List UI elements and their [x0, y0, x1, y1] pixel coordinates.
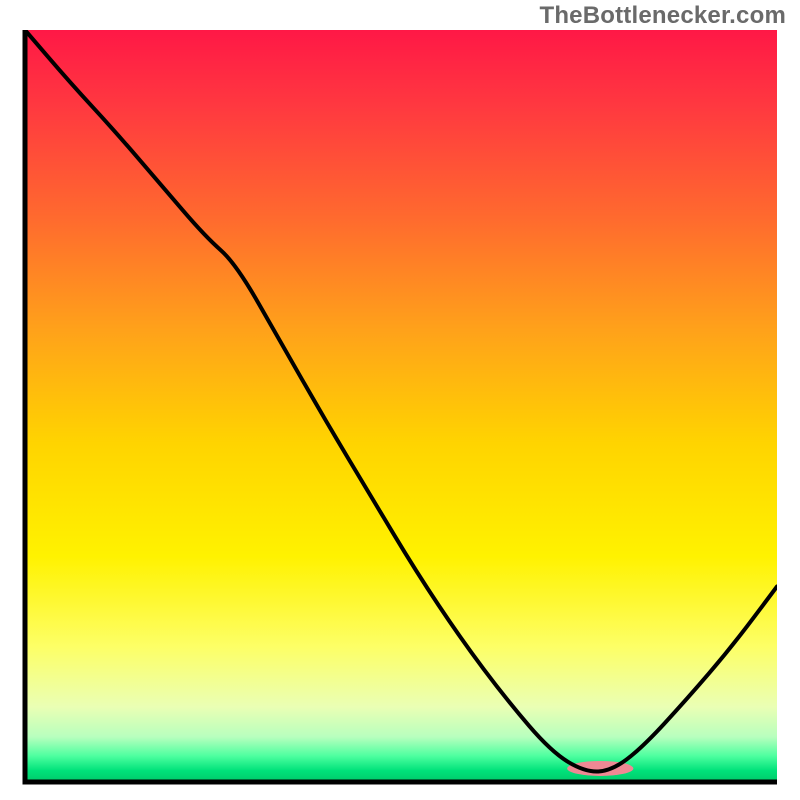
gradient-background: [25, 30, 777, 782]
chart-container: TheBottlenecker.com: [0, 0, 800, 800]
bottleneck-chart: [0, 0, 800, 800]
watermark-text: TheBottlenecker.com: [539, 2, 786, 30]
